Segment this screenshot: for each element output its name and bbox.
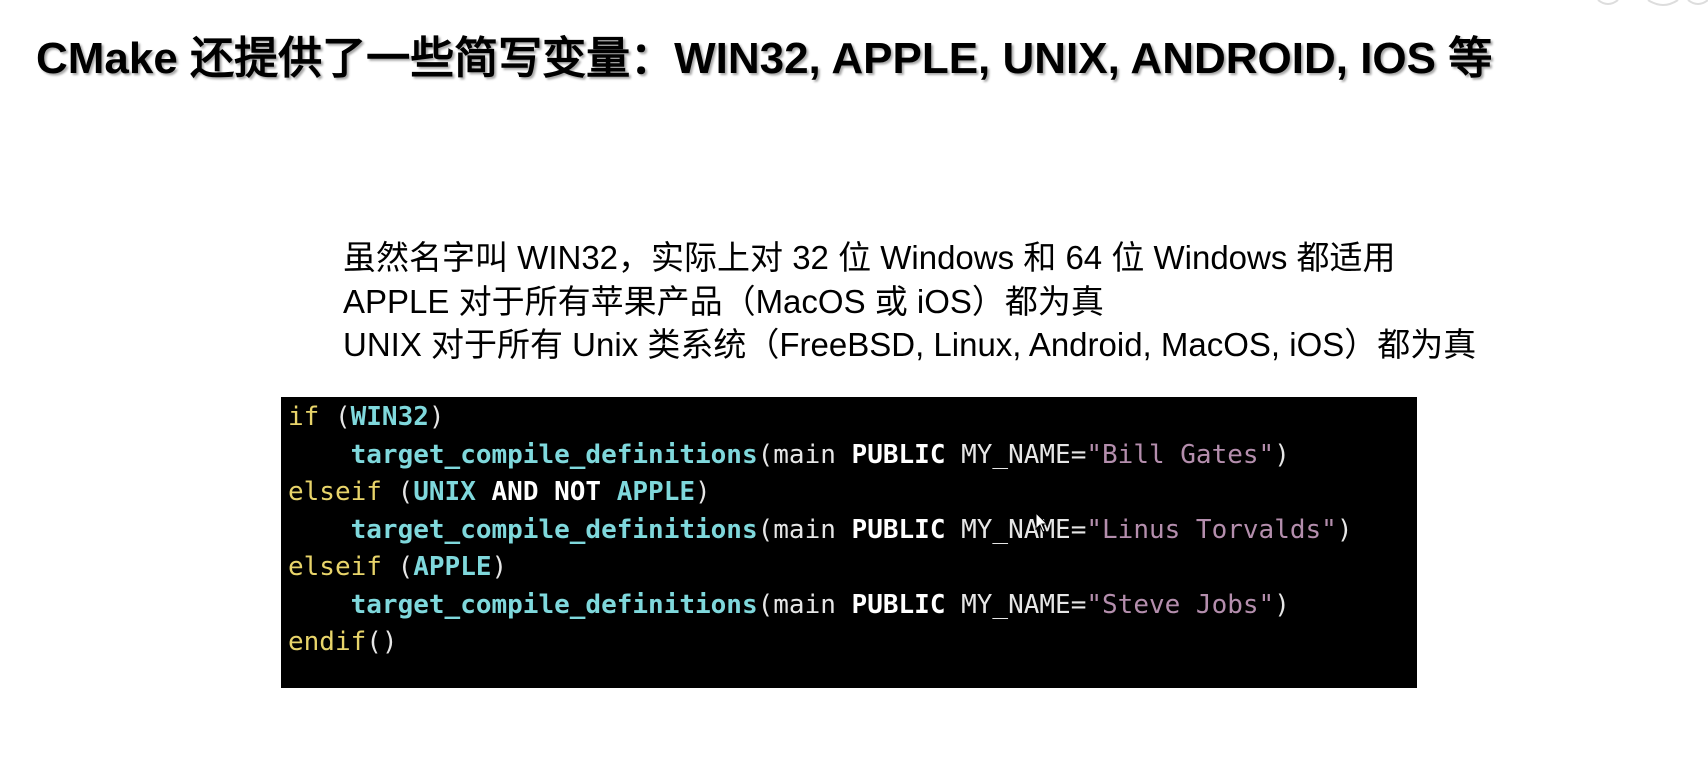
- code-string: "Bill Gates": [1086, 439, 1275, 470]
- code-punct: ): [695, 477, 711, 507]
- code-string: "Linus Torvalds": [1086, 514, 1337, 545]
- code-function: target_compile_definitions: [350, 514, 758, 545]
- code-line: if (WIN32): [288, 399, 1417, 437]
- code-args: (main: [757, 589, 852, 620]
- code-string: "Steve Jobs": [1086, 589, 1275, 620]
- code-line: endif(): [288, 624, 1417, 662]
- code-visibility: PUBLIC: [851, 514, 946, 545]
- code-block: if (WIN32) target_compile_definitions(ma…: [281, 397, 1417, 688]
- code-variable: APPLE: [616, 477, 696, 507]
- slide-title: CMake 还提供了一些简写变量：WIN32, APPLE, UNIX, AND…: [36, 34, 1493, 83]
- code-punct: (): [366, 627, 398, 657]
- code-args: (main: [757, 439, 852, 470]
- code-line: target_compile_definitions(main PUBLIC M…: [288, 512, 1417, 550]
- code-punct: ): [1336, 514, 1353, 545]
- code-definition: MY_NAME=: [945, 439, 1087, 470]
- code-variable: WIN32: [350, 402, 429, 432]
- code-line: elseif (APPLE): [288, 549, 1417, 587]
- code-punct: (: [381, 552, 414, 582]
- code-keyword: elseif: [288, 477, 382, 507]
- notes-list: 虽然名字叫 WIN32，实际上对 32 位 Windows 和 64 位 Win…: [343, 236, 1476, 367]
- code-function: target_compile_definitions: [350, 439, 758, 470]
- code-line: target_compile_definitions(main PUBLIC M…: [288, 437, 1417, 475]
- note-apple: APPLE 对于所有苹果产品（MacOS 或 iOS）都为真: [343, 282, 1104, 320]
- code-operator: AND NOT: [475, 477, 617, 507]
- code-visibility: PUBLIC: [851, 589, 946, 620]
- code-punct: ): [1274, 589, 1290, 620]
- code-definition: MY_NAME=: [945, 589, 1087, 620]
- code-function: target_compile_definitions: [350, 589, 758, 620]
- code-visibility: PUBLIC: [851, 439, 946, 470]
- corner-decoration: [1597, 0, 1708, 6]
- code-punct: ): [428, 402, 445, 432]
- code-args: (main: [757, 514, 852, 545]
- code-keyword: elseif: [288, 552, 382, 582]
- code-keyword: endif: [288, 627, 367, 657]
- note-win32: 虽然名字叫 WIN32，实际上对 32 位 Windows 和 64 位 Win…: [343, 239, 1396, 276]
- code-variable: APPLE: [413, 552, 492, 582]
- code-punct: (: [381, 477, 414, 507]
- code-definition: MY_NAME=: [945, 514, 1087, 545]
- mouse-cursor-icon: [1035, 512, 1049, 533]
- code-punct: ): [1274, 439, 1290, 470]
- code-line: elseif (UNIX AND NOT APPLE): [288, 474, 1417, 512]
- note-unix: UNIX 对于所有 Unix 类系统（FreeBSD, Linux, Andro…: [343, 326, 1477, 363]
- code-variable: UNIX: [413, 477, 476, 507]
- code-line: target_compile_definitions(main PUBLIC M…: [288, 587, 1417, 625]
- code-keyword: if: [288, 402, 320, 432]
- code-punct: ): [491, 552, 508, 582]
- code-punct: (: [319, 402, 351, 432]
